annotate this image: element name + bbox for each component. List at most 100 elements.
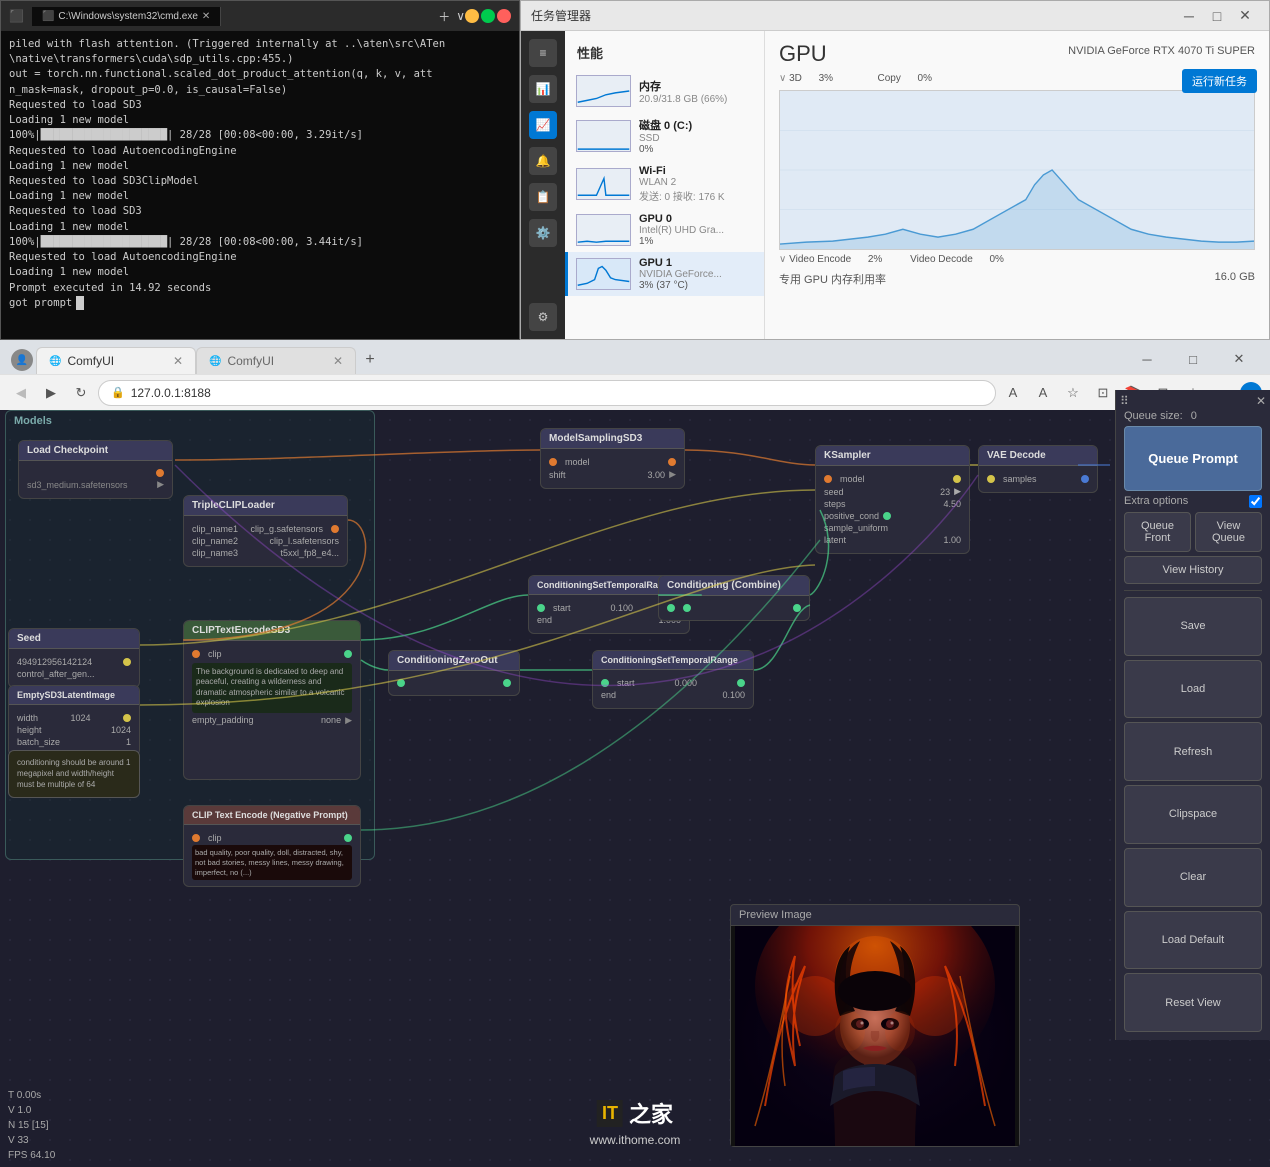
- tm-mem-row[interactable]: 内存 20.9/31.8 GB (66%): [565, 70, 764, 112]
- cmd-tab-close[interactable]: ✕: [202, 11, 210, 22]
- browser-font-btn[interactable]: A: [1030, 380, 1056, 406]
- tm-wifi-label: Wi-Fi: [639, 165, 756, 177]
- node-model-sampling[interactable]: ModelSamplingSD3 model shift 3.00 ▶: [540, 428, 685, 489]
- browser-close-btn[interactable]: ✕: [1216, 344, 1262, 374]
- node-ms-shift-val: 3.00: [648, 470, 666, 480]
- node-clip-encode-pos[interactable]: CLIPTextEncodeSD3 clip The background is…: [183, 620, 361, 780]
- right-panel: ⠿ ✕ Queue size: 0 Queue Prompt Extra opt…: [1115, 390, 1270, 1040]
- queue-prompt-btn[interactable]: Queue Prompt: [1124, 426, 1262, 491]
- node-vae-port-out: [1081, 475, 1089, 483]
- cmd-content: piled with flash attention. (Triggered i…: [1, 31, 519, 339]
- browser-star-btn[interactable]: ☆: [1060, 380, 1086, 406]
- cmd-tab-1[interactable]: ⬛ C:\Windows\system32\cmd.exe ✕: [32, 7, 221, 26]
- reset-view-btn[interactable]: Reset View: [1124, 973, 1262, 1032]
- node-ms-model-label: model: [565, 457, 590, 467]
- tm-maximize-btn[interactable]: □: [1203, 5, 1231, 27]
- extra-options-row: Extra options: [1124, 495, 1262, 508]
- preview-image: [735, 926, 1015, 1146]
- browser-tab-view-btn[interactable]: ⊡: [1090, 380, 1116, 406]
- cmd-win-toolbar: ＋ ∨: [438, 8, 465, 25]
- tm-right-panel: GPU NVIDIA GeForce RTX 4070 Ti SUPER ∨ 3…: [765, 31, 1269, 339]
- browser-tab-1-label: ComfyUI: [67, 354, 114, 368]
- rp-close-btn[interactable]: ✕: [1256, 394, 1266, 408]
- tm-mem-mini-graph: [576, 75, 631, 107]
- cmd-toolbar-icon1[interactable]: ＋: [438, 8, 450, 25]
- tm-gpu0-pct: 1%: [639, 236, 756, 247]
- tm-wifi-row[interactable]: Wi-Fi WLAN 2 发送: 0 接收: 176 K: [565, 160, 764, 208]
- browser-forward-btn[interactable]: ▶: [38, 380, 64, 406]
- tm-sidebar-icon-perf[interactable]: 📈: [529, 111, 557, 139]
- tm-disk-row[interactable]: 磁盘 0 (C:) SSD 0%: [565, 112, 764, 160]
- tm-vencode-val: 2%: [868, 254, 882, 265]
- node-ksampler[interactable]: KSampler model seed 23 ▶ steps 4.50 posi…: [815, 445, 970, 554]
- browser-read-btn[interactable]: A: [1000, 380, 1026, 406]
- cmd-progress-1: 100%|████████████████████| 28/28 [00:08<…: [9, 128, 511, 143]
- browser-tab-2[interactable]: 🌐 ComfyUI ✕: [196, 347, 356, 374]
- tm-sidebar-icon-2[interactable]: 📊: [529, 75, 557, 103]
- node-cc-port-in2: [683, 604, 691, 612]
- cmd-minimize-btn[interactable]: ─: [465, 9, 479, 23]
- browser-back-btn[interactable]: ◀: [8, 380, 34, 406]
- cmd-maximize-btn[interactable]: □: [481, 9, 495, 23]
- browser-tab-2-label: ComfyUI: [227, 354, 274, 368]
- tm-sidebar-icon-1[interactable]: ≡: [529, 39, 557, 67]
- comfyui-canvas[interactable]: Models Load Checkpoint sd3_medium.safete…: [0, 390, 1270, 1167]
- wm-brand-text: 之家: [629, 1097, 673, 1129]
- node-triple-clip[interactable]: TripleCLIPLoader clip_name1 clip_g.safet…: [183, 495, 348, 567]
- node-cond-zero[interactable]: ConditioningZeroOut: [388, 650, 520, 696]
- cmd-line-9: Requested to load SD3ClipModel: [9, 174, 511, 189]
- node-seed-header: Seed: [9, 629, 139, 649]
- tm-util-row: 专用 GPU 内存利用率 16.0 GB: [779, 271, 1255, 287]
- node-cr2-end-lbl: end: [601, 690, 616, 700]
- node-tc-body: clip_name1 clip_g.safetensors clip_name2…: [184, 516, 347, 566]
- tm-sidebar-icon-3[interactable]: 🔔: [529, 147, 557, 175]
- cmd-close-btn[interactable]: ✕: [497, 9, 511, 23]
- extra-options-checkbox[interactable]: [1249, 495, 1262, 508]
- node-clip-neg[interactable]: CLIP Text Encode (Negative Prompt) clip …: [183, 805, 361, 887]
- browser-tab-1[interactable]: 🌐 ComfyUI ✕: [36, 347, 196, 374]
- browser-maximize-btn[interactable]: □: [1170, 344, 1216, 374]
- load-default-btn[interactable]: Load Default: [1124, 911, 1262, 970]
- save-btn[interactable]: Save: [1124, 597, 1262, 656]
- browser-address-bar[interactable]: 🔒 127.0.0.1:8188: [98, 380, 996, 406]
- tm-gpu1-row[interactable]: GPU 1 NVIDIA GeForce... 3% (37 °C): [565, 252, 764, 296]
- view-history-btn[interactable]: View History: [1124, 556, 1262, 584]
- node-load-checkpoint[interactable]: Load Checkpoint sd3_medium.safetensors ▶: [18, 440, 173, 499]
- tm-sidebar-icon-settings[interactable]: ⚙: [529, 303, 557, 331]
- browser-refresh-btn[interactable]: ↻: [68, 380, 94, 406]
- browser-profile-icon[interactable]: 👤: [11, 349, 33, 371]
- cmd-line-5: Requested to load SD3: [9, 98, 511, 113]
- view-queue-btn[interactable]: View Queue: [1195, 512, 1262, 552]
- node-note[interactable]: conditioning should be around 1 megapixe…: [8, 750, 140, 798]
- tm-run-task-btn[interactable]: 运行新任务: [1182, 69, 1257, 93]
- tm-disk-pct: 0%: [639, 144, 756, 155]
- tm-sidebar-icon-4[interactable]: 📋: [529, 183, 557, 211]
- extra-options-label: Extra options: [1124, 495, 1188, 507]
- tm-gpu0-row[interactable]: GPU 0 Intel(R) UHD Gra... 1%: [565, 208, 764, 252]
- browser-minimize-btn[interactable]: ─: [1124, 344, 1170, 374]
- tm-gpu1-mini-graph: [576, 258, 631, 290]
- tm-close-btn[interactable]: ✕: [1231, 5, 1259, 27]
- tm-sidebar-icon-5[interactable]: ⚙️: [529, 219, 557, 247]
- node-empty-latent[interactable]: EmptySD3LatentImage width 1024 height 10…: [8, 685, 140, 756]
- rp-drag-handle[interactable]: ⠿: [1120, 394, 1129, 408]
- clear-btn[interactable]: Clear: [1124, 848, 1262, 907]
- node-cn-clip-lbl: clip: [208, 833, 222, 843]
- queue-front-btn[interactable]: Queue Front: [1124, 512, 1191, 552]
- tm-minimize-btn[interactable]: ─: [1175, 5, 1203, 27]
- cmd-toolbar-icon2[interactable]: ∨: [456, 9, 465, 23]
- refresh-label: Refresh: [1174, 746, 1213, 758]
- load-btn[interactable]: Load: [1124, 660, 1262, 719]
- node-seed[interactable]: Seed 494912956142124 control_after_gen..…: [8, 628, 140, 688]
- browser-tab-2-close[interactable]: ✕: [333, 354, 343, 368]
- browser-tab-1-close[interactable]: ✕: [173, 354, 183, 368]
- refresh-btn[interactable]: Refresh: [1124, 722, 1262, 781]
- browser-new-tab-btn[interactable]: +: [356, 346, 384, 374]
- node-lc-ckpt-arrow: ▶: [157, 479, 164, 490]
- node-vae-decode[interactable]: VAE Decode samples: [978, 445, 1098, 493]
- node-cond-range2[interactable]: ConditioningSetTemporalRange start 0.000…: [592, 650, 754, 709]
- node-ce-body: clip The background is dedicated to deep…: [184, 641, 360, 734]
- node-ce-port-out: [344, 650, 352, 658]
- clipspace-btn[interactable]: Clipspace: [1124, 785, 1262, 844]
- node-cond-combine[interactable]: Conditioning (Combine): [658, 575, 810, 621]
